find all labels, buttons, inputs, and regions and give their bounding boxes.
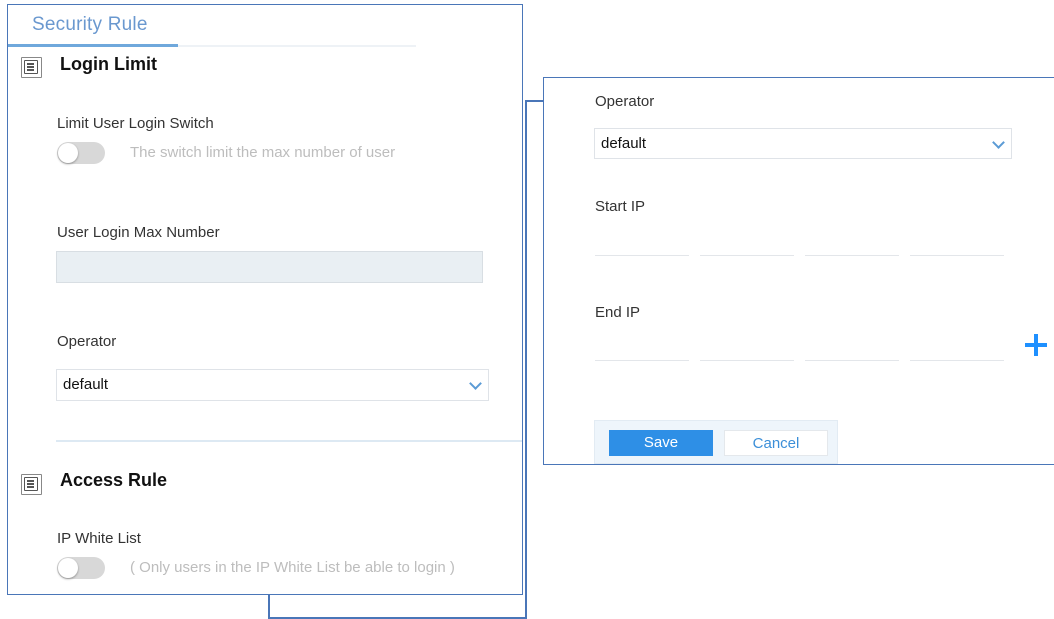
- chevron-down-icon: [992, 136, 1005, 149]
- operator-select-value: default: [63, 376, 109, 393]
- operator-select[interactable]: default: [56, 369, 489, 401]
- operator-label: Operator: [57, 333, 117, 350]
- start-ip-octet-4[interactable]: [910, 255, 1004, 256]
- section-title-access-rule: Access Rule: [60, 470, 168, 490]
- start-ip-octet-1[interactable]: [595, 255, 689, 256]
- toggle-knob: [58, 558, 78, 578]
- toggle-knob: [58, 143, 78, 163]
- document-icon: [21, 474, 42, 495]
- start-ip-octet-3[interactable]: [805, 255, 899, 256]
- connector-line: [268, 595, 270, 618]
- form-operator-select-value: default: [601, 135, 647, 152]
- connector-line: [268, 617, 527, 619]
- limit-user-login-switch-label: Limit User Login Switch: [57, 115, 214, 132]
- chevron-down-icon: [469, 377, 482, 390]
- tab-security-rule[interactable]: Security Rule: [32, 14, 148, 36]
- cancel-button[interactable]: Cancel: [724, 430, 828, 456]
- ip-white-list-toggle[interactable]: [57, 557, 105, 579]
- user-login-max-number-input[interactable]: [56, 251, 483, 283]
- active-tab-indicator: [8, 44, 178, 47]
- ip-white-list-form: Operator default Start IP End IP Save Ca…: [543, 77, 1054, 465]
- plus-icon[interactable]: [1025, 334, 1047, 356]
- section-divider: [56, 440, 522, 442]
- save-button[interactable]: Save: [609, 430, 713, 456]
- end-ip-label: End IP: [595, 304, 641, 321]
- form-action-bar: Save Cancel: [594, 420, 838, 464]
- end-ip-octet-3[interactable]: [805, 360, 899, 361]
- document-icon: [21, 57, 42, 78]
- form-operator-select[interactable]: default: [594, 128, 1012, 159]
- section-title-login-limit: Login Limit: [60, 54, 157, 74]
- limit-user-login-hint: The switch limit the max number of user: [130, 144, 396, 161]
- limit-user-login-toggle[interactable]: [57, 142, 105, 164]
- end-ip-octet-4[interactable]: [910, 360, 1004, 361]
- end-ip-octet-1[interactable]: [595, 360, 689, 361]
- start-ip-label: Start IP: [595, 198, 646, 215]
- end-ip-octet-2[interactable]: [700, 360, 794, 361]
- start-ip-octet-2[interactable]: [700, 255, 794, 256]
- form-operator-label: Operator: [595, 93, 655, 110]
- ip-white-list-label: IP White List: [57, 530, 141, 547]
- user-login-max-number-label: User Login Max Number: [57, 224, 220, 241]
- security-rule-panel: Security Rule Login Limit Limit User Log…: [7, 4, 523, 595]
- connector-line: [525, 100, 527, 619]
- ip-white-list-hint: ( Only users in the IP White List be abl…: [130, 559, 455, 576]
- tab-bar-line: [178, 45, 416, 47]
